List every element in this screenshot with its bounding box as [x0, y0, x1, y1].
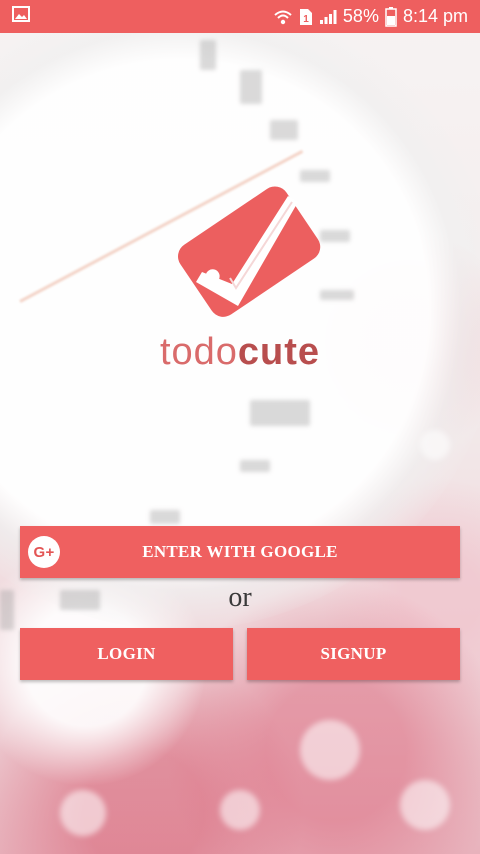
- clock-tick: [200, 40, 216, 70]
- clock-tick: [240, 70, 262, 104]
- battery-icon: [385, 6, 397, 27]
- status-time: 8:14 pm: [402, 6, 468, 26]
- logo-tag-icon: [178, 186, 321, 317]
- signal-icon: [319, 9, 337, 25]
- clock-tick: [240, 460, 270, 472]
- or-separator: or: [228, 582, 252, 613]
- bokeh-light: [60, 790, 106, 836]
- login-button[interactable]: LOGIN: [20, 628, 233, 680]
- clock-tick: [150, 510, 180, 524]
- signup-button[interactable]: SIGNUP: [247, 628, 460, 680]
- wifi-icon: [273, 8, 293, 26]
- brand-name: todocute: [0, 330, 480, 374]
- status-bar: 1 58% 8:14 pm: [0, 0, 480, 33]
- sim-label: 1: [303, 14, 309, 25]
- status-left: [0, 6, 30, 27]
- status-right: 1 58% 8:14 pm: [273, 6, 480, 27]
- brand-name-part2: cute: [237, 331, 321, 373]
- bokeh-light: [400, 780, 450, 830]
- brand-name-part1: todo: [159, 331, 238, 373]
- login-label: LOGIN: [97, 644, 156, 663]
- google-login-button[interactable]: G+ ENTER WITH GOOGLE: [20, 526, 460, 578]
- clock-tick: [270, 120, 298, 140]
- battery-percent: 58%: [342, 6, 379, 26]
- bokeh-light: [220, 790, 260, 830]
- clock-tick: [250, 400, 310, 426]
- bokeh-light: [300, 720, 360, 780]
- google-login-label: ENTER WITH GOOGLE: [142, 542, 338, 561]
- background-image: [0, 0, 480, 854]
- app-logo: [170, 176, 326, 324]
- image-icon: [12, 6, 30, 27]
- bokeh-light: [420, 430, 450, 460]
- sim-icon: 1: [299, 8, 313, 26]
- signup-label: SIGNUP: [320, 644, 387, 663]
- google-plus-icon: G+: [28, 536, 60, 568]
